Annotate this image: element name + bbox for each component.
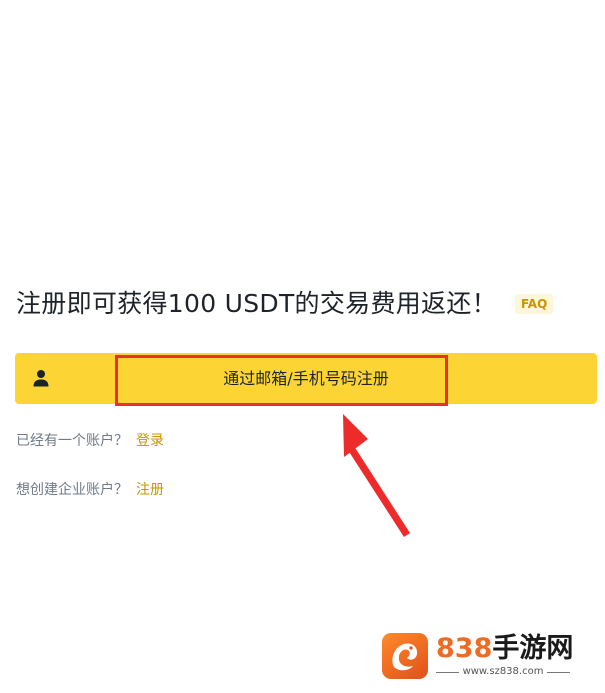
watermark-url-line: www.sz838.com: [436, 666, 571, 678]
login-link[interactable]: 登录: [136, 433, 164, 449]
business-prompt-text: 想创建企业账户？: [16, 482, 128, 498]
watermark-brand: 838手游网: [436, 632, 573, 666]
annotation-arrow-icon: [343, 414, 410, 537]
signup-button-label: 通过邮箱/手机号码注册: [223, 369, 389, 388]
headline-text: 注册即可获得100 USDT的交易费用返还！: [16, 289, 497, 318]
email-phone-signup-button[interactable]: 通过邮箱/手机号码注册: [15, 353, 597, 404]
watermark-brand-text: 手游网: [492, 633, 574, 664]
watermark-url: www.sz838.com: [462, 666, 544, 677]
login-prompt: 已经有一个账户？ 登录: [16, 431, 164, 451]
signup-headline: 注册即可获得100 USDT的交易费用返还！ FAQ: [16, 287, 554, 321]
watermark-brand-number: 838: [436, 633, 493, 664]
site-watermark: 838手游网 www.sz838.com: [382, 632, 582, 682]
dragon-logo-icon: [382, 633, 428, 679]
login-prompt-text: 已经有一个账户？: [16, 433, 128, 449]
watermark-dash-right: [547, 671, 571, 673]
signup-page: 注册即可获得100 USDT的交易费用返还！ FAQ 通过邮箱/手机号码注册 已…: [0, 0, 605, 693]
business-account-prompt: 想创建企业账户？ 注册: [16, 480, 164, 500]
business-signup-link[interactable]: 注册: [136, 482, 164, 498]
watermark-dash-left: [436, 671, 459, 673]
faq-link[interactable]: FAQ: [514, 294, 554, 314]
